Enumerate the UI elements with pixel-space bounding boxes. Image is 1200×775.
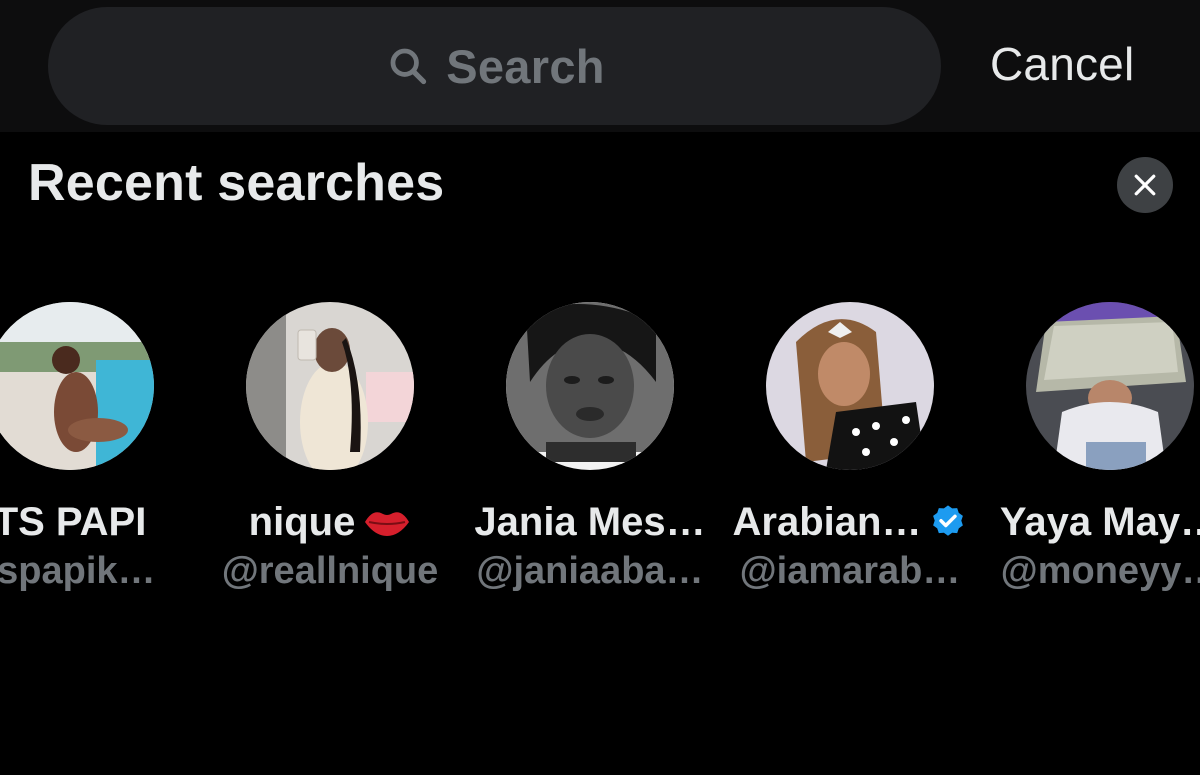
verified-badge-icon [933,505,964,536]
avatar [1026,302,1194,470]
recent-search-item[interactable]: nique @reallnique [200,302,460,594]
recent-search-item[interactable]: Arabian… @iamarab… [720,302,980,594]
avatar [766,302,934,470]
recent-search-item[interactable]: Jania Mes… @janiaaba… [460,302,720,594]
recent-search-name: Jania Mes… [474,500,706,544]
avatar [506,302,674,470]
recent-searches-carousel: TS PAPI tspapik… nique @reallnique Jania… [0,0,1200,775]
recent-search-handle: tspapik… [0,550,156,592]
recent-search-item[interactable]: TS PAPI tspapik… [0,302,200,594]
recent-search-handle: @iamarab… [739,550,961,592]
recent-search-name: nique [200,498,460,546]
lips-icon [365,512,410,536]
recent-search-handle: @moneyy… [1000,550,1200,592]
avatar [246,302,414,470]
recent-search-item[interactable]: Yaya May… @moneyy… [980,302,1200,594]
recent-search-name: TS PAPI [0,500,147,544]
recent-search-name: Arabian… [720,498,980,546]
recent-search-name: Yaya May… [999,500,1200,544]
recent-search-handle: @reallnique [221,550,439,592]
recent-search-handle: @janiaaba… [476,550,704,592]
avatar [0,302,154,470]
